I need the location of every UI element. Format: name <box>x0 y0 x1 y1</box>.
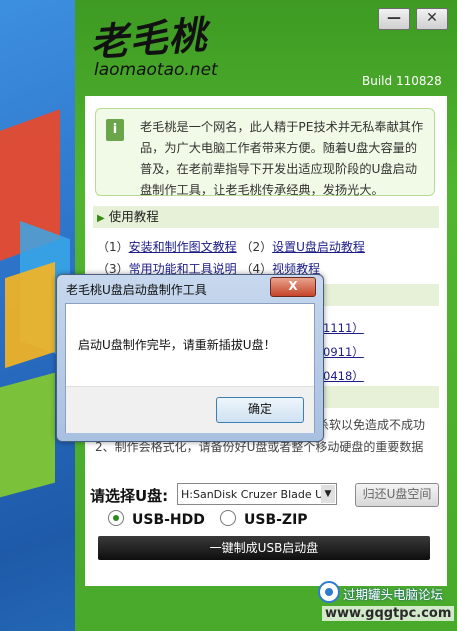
message-dialog: 老毛桃U盘启动盘制作工具 X 启动U盘制作完毕，请重新插拔U盘！ 确定 <box>56 274 324 442</box>
windows-logo-wing <box>5 261 55 369</box>
drive-select-row: 请选择U盘: H:SanDisk Cruzer Blade US ▼ 归还U盘空… <box>90 483 452 507</box>
forum-watermark: 过期罐头电脑论坛 www.gqgtpc.com <box>312 578 457 631</box>
forum-logo-icon <box>318 581 340 603</box>
version-link[interactable]: 0418） <box>323 368 364 384</box>
radio-unselected-icon[interactable] <box>220 510 236 526</box>
dialog-footer: 确定 <box>66 386 314 433</box>
info-icon: i <box>106 119 124 141</box>
restore-space-button[interactable]: 归还U盘空间 <box>355 483 439 507</box>
chevron-down-icon[interactable]: ▼ <box>321 485 335 503</box>
version-link[interactable]: 1111） <box>323 320 364 336</box>
select-label: 请选择U盘: <box>90 487 169 505</box>
radio-label: USB-HDD <box>132 512 205 528</box>
dialog-message: 启动U盘制作完毕，请重新插拔U盘！ <box>78 338 276 352</box>
make-boot-disk-button[interactable]: 一键制成USB启动盘 <box>98 536 430 560</box>
dialog-title: 老毛桃U盘启动盘制作工具 <box>66 283 207 297</box>
windows-logo-wing <box>0 372 55 498</box>
tutorial-row: （1）安装和制作图文教程 （2）设置U盘启动教程 <box>97 236 365 258</box>
tutorial-link-install[interactable]: 安装和制作图文教程 <box>129 240 237 254</box>
radio-label: USB-ZIP <box>244 512 308 528</box>
radio-selected-icon[interactable] <box>108 510 124 526</box>
info-text: 老毛桃是一个网名，此人精于PE技术并无私奉献其作品，为广大电脑工作者带来方便。随… <box>140 120 424 197</box>
info-box: i 老毛桃是一个网名，此人精于PE技术并无私奉献其作品，为广大电脑工作者带来方便… <box>95 108 435 197</box>
drive-select-value: H:SanDisk Cruzer Blade US <box>181 488 331 501</box>
arrow-right-icon: ▶ <box>97 213 105 224</box>
drive-select[interactable]: H:SanDisk Cruzer Blade US ▼ <box>177 483 337 505</box>
app-logo: 老毛桃 laomaotao.net <box>89 8 218 80</box>
logo-chinese: 老毛桃 <box>88 11 209 66</box>
dialog-close-button[interactable]: X <box>270 277 316 297</box>
forum-title: 过期罐头电脑论坛 <box>343 587 444 602</box>
forum-url: www.gqgtpc.com <box>322 606 455 621</box>
tutorial-number: （1） <box>97 240 129 254</box>
ok-button[interactable]: 确定 <box>216 397 304 423</box>
tutorial-link-boot[interactable]: 设置U盘启动教程 <box>272 240 365 254</box>
tutorial-heading: 使用教程 <box>108 209 159 224</box>
tutorial-number: （2） <box>240 240 273 254</box>
close-button[interactable]: ✕ <box>416 8 448 30</box>
minimize-button[interactable]: — <box>378 8 410 30</box>
build-version: Build 110828 <box>362 74 442 88</box>
version-link[interactable]: 0911） <box>323 344 364 360</box>
dialog-body: 启动U盘制作完毕，请重新插拔U盘！ 确定 <box>65 303 315 433</box>
logo-domain: laomaotao.net <box>94 60 218 80</box>
tutorial-section-header: ▶ 使用教程 <box>93 206 439 228</box>
radio-usb-hdd[interactable]: USB-HDD <box>108 510 205 528</box>
radio-usb-zip[interactable]: USB-ZIP <box>220 510 308 528</box>
